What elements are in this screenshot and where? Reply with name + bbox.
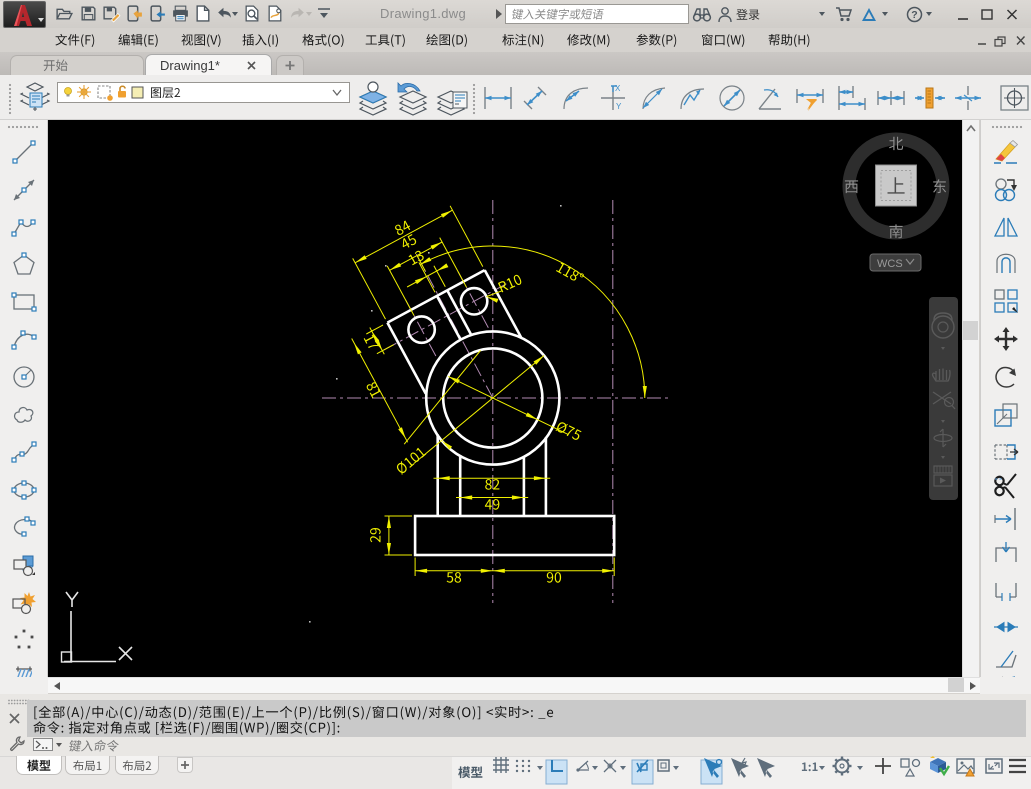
svg-text:?: ? — [911, 9, 917, 21]
svg-text:Y: Y — [616, 102, 622, 111]
svg-text:WCS: WCS — [877, 258, 903, 270]
svg-text:X: X — [615, 84, 621, 93]
